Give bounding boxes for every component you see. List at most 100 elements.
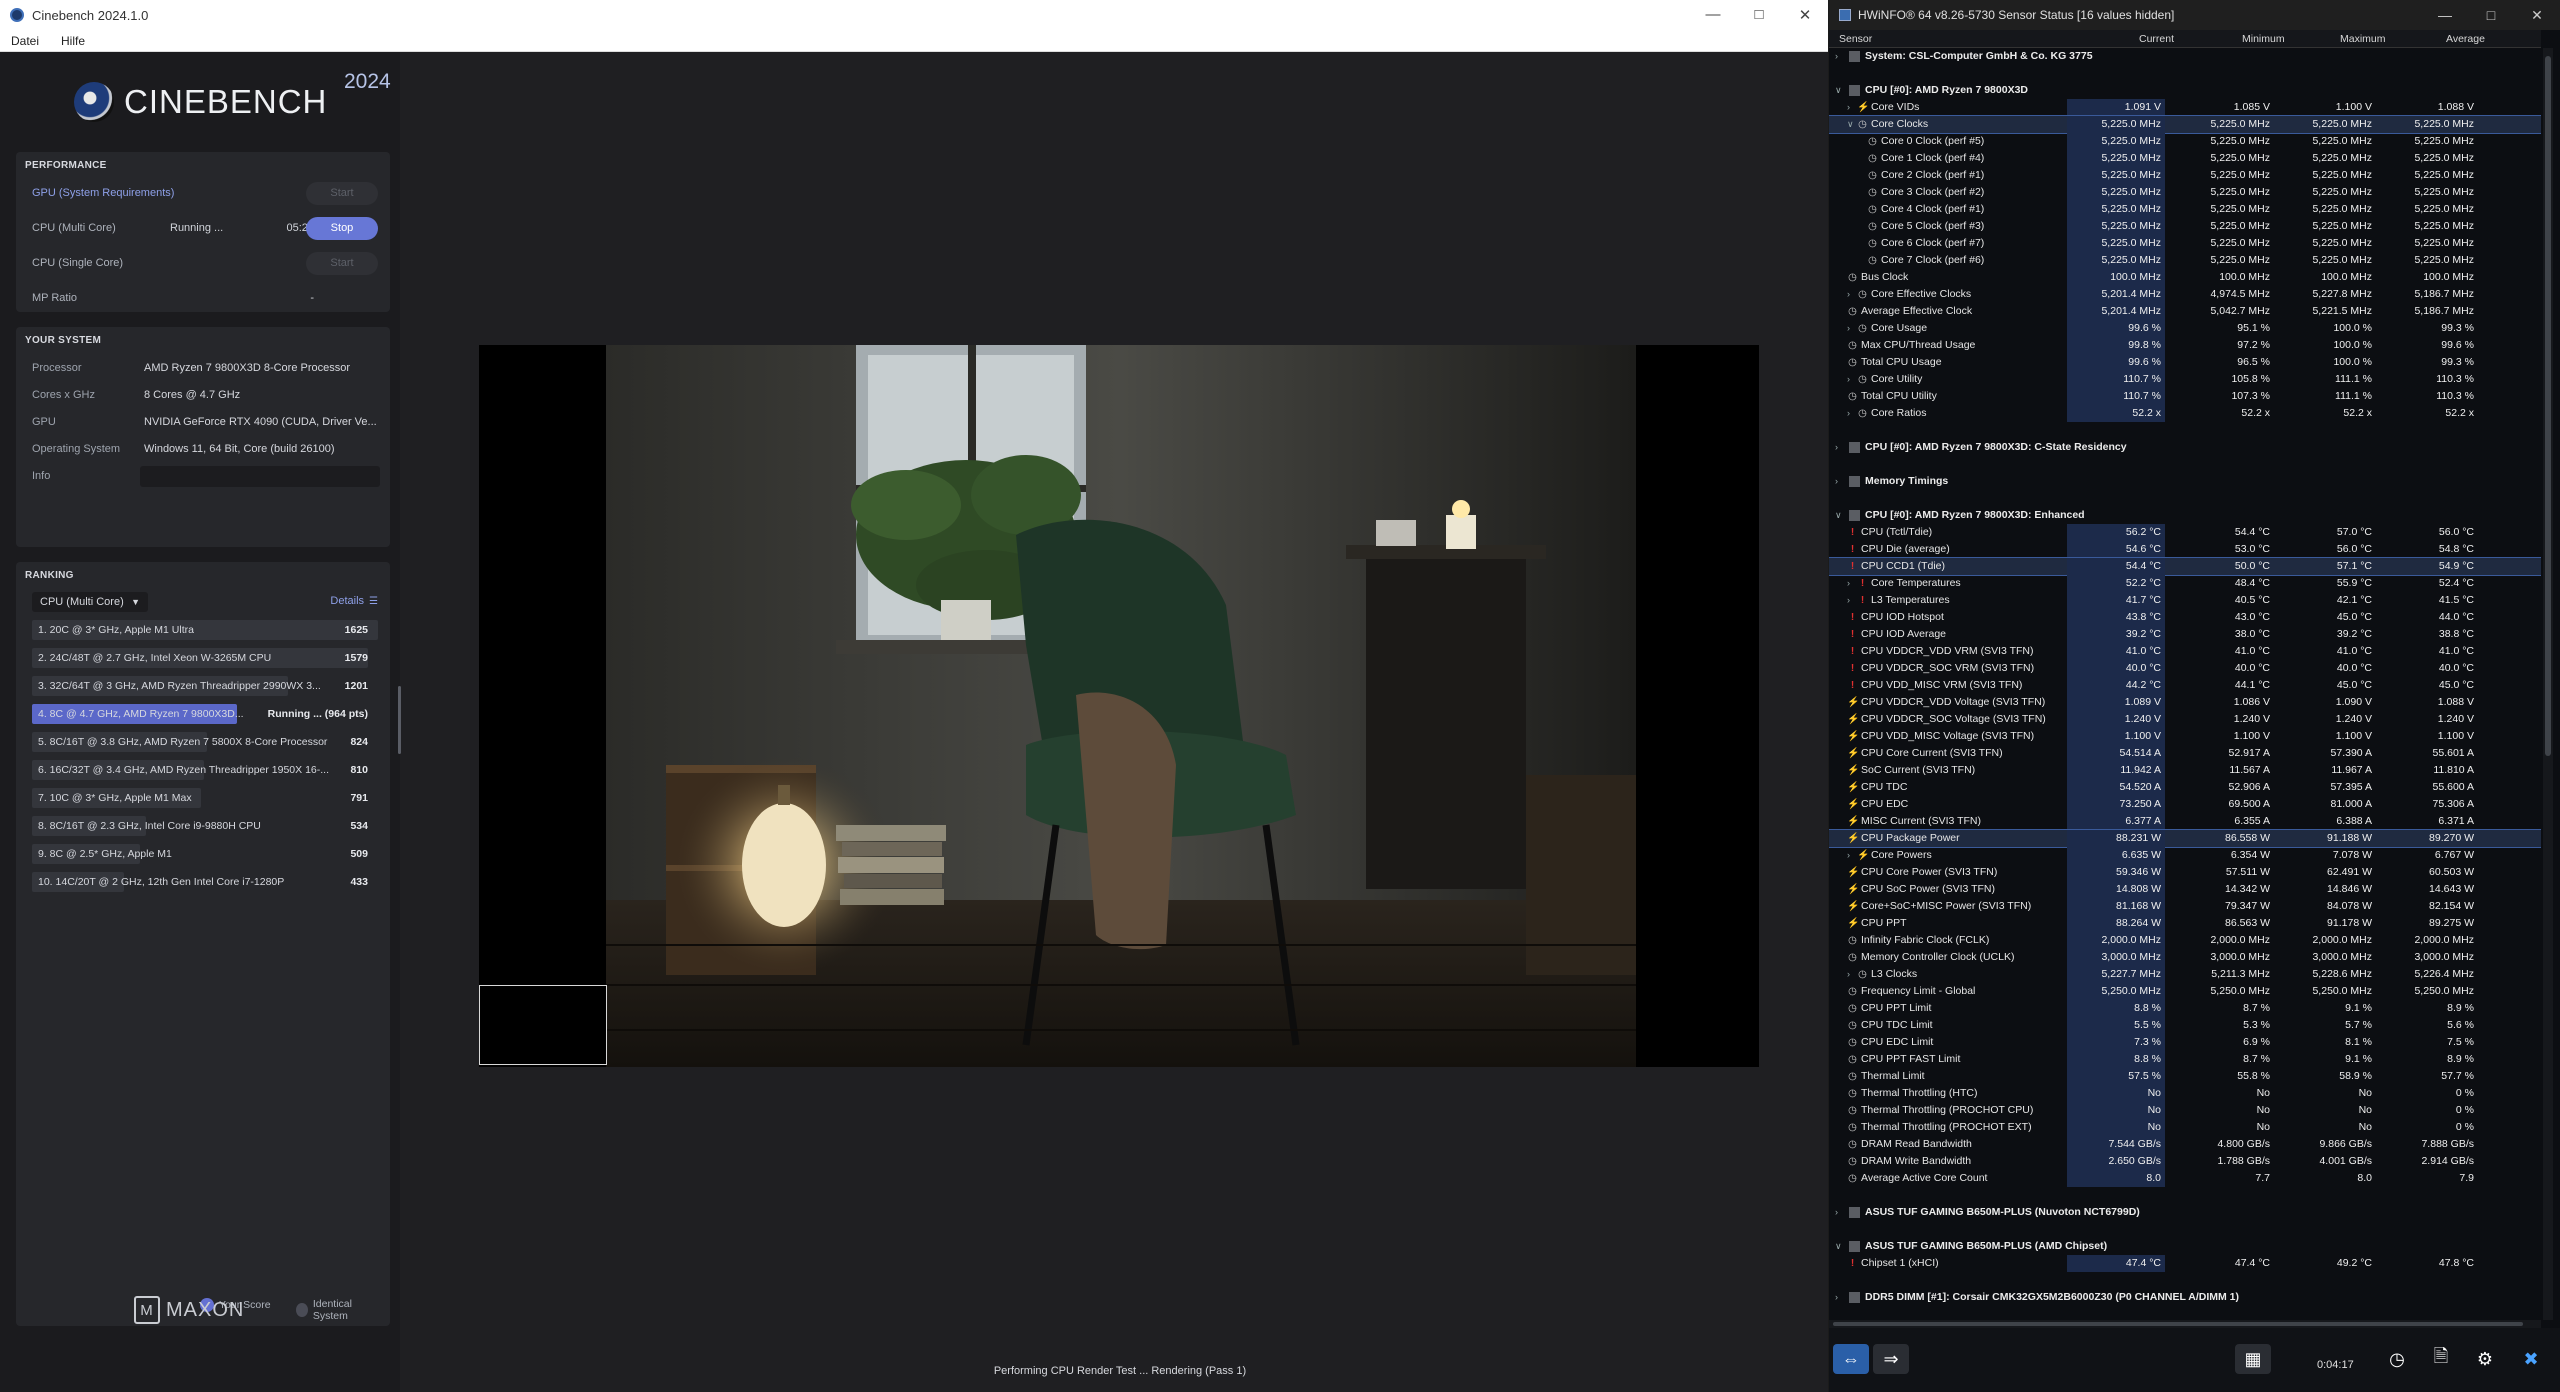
sensor-row[interactable]: ⚡ CPU VDDCR_SOC Voltage (SVI3 TFN) 1.240 V… xyxy=(1829,711,2541,728)
collapsed-chevron-icon[interactable]: › xyxy=(1847,966,1850,983)
sensor-group[interactable]: › ASUS TUF GAMING B650M-PLUS (Nuvoton NCT… xyxy=(1829,1204,2541,1221)
expanded-chevron-icon[interactable]: ∨ xyxy=(1835,82,1842,99)
menu-datei[interactable]: Datei xyxy=(0,34,50,48)
minimize-icon[interactable]: — xyxy=(1690,6,1736,24)
collapsed-chevron-icon[interactable]: › xyxy=(1835,473,1838,490)
sensor-row[interactable]: ⚡ CPU VDDCR_VDD Voltage (SVI3 TFN) 1.089 V… xyxy=(1829,694,2541,711)
collapsed-chevron-icon[interactable]: › xyxy=(1847,286,1850,303)
ranking-row[interactable]: 6. 16C/32T @ 3.4 GHz, AMD Ryzen Threadri… xyxy=(32,760,378,780)
sensor-row[interactable]: ◷ Core 5 Clock (perf #3) 5,225.0 MHz 5,225.… xyxy=(1829,218,2541,235)
sensor-row[interactable]: ◷ Bus Clock 100.0 MHz 100.0 MHz 100.0 MHz 100… xyxy=(1829,269,2541,286)
sensor-row[interactable]: ◷ Frequency Limit - Global 5,250.0 MHz 5,25… xyxy=(1829,983,2541,1000)
sensor-row[interactable]: ◷ CPU PPT Limit 8.8 % 8.7 % 9.1 % 8.9 % xyxy=(1829,1000,2541,1017)
sensor-row[interactable]: › ⚡ Core VIDs 1.091 V 1.085 V 1.100 V 1.088 V xyxy=(1829,99,2541,116)
sensor-row[interactable]: ◷ Thermal Limit 57.5 % 55.8 % 58.9 % 57.7 % xyxy=(1829,1068,2541,1085)
ranking-row[interactable]: 7. 10C @ 3* GHz, Apple M1 Max 791 xyxy=(32,788,378,808)
sensor-group[interactable]: › DDR5 DIMM [#1]: Corsair CMK32GX5M2B6000… xyxy=(1829,1289,2541,1306)
perf-label[interactable]: GPU (System Requirements) xyxy=(32,187,174,199)
sensor-row[interactable]: ◷ Average Effective Clock 5,201.4 MHz 5,042… xyxy=(1829,303,2541,320)
sensor-row[interactable]: ◷ Thermal Throttling (PROCHOT EXT) No No No 0… xyxy=(1829,1119,2541,1136)
vertical-scroll-thumb[interactable] xyxy=(2545,56,2551,756)
info-input[interactable] xyxy=(140,466,380,487)
sensor-row[interactable]: ! CPU (Tctl/Tdie) 56.2 °C 54.4 °C 57.0 °C 56.… xyxy=(1829,524,2541,541)
sensor-row[interactable]: ◷ Core 4 Clock (perf #1) 5,225.0 MHz 5,225.… xyxy=(1829,201,2541,218)
ranking-row[interactable]: 1. 20C @ 3* GHz, Apple M1 Ultra 1625 xyxy=(32,620,378,640)
sensor-row[interactable]: ⚡ CPU VDD_MISC Voltage (SVI3 TFN) 1.100 V 1… xyxy=(1829,728,2541,745)
hwinfo-close-icon[interactable]: ✕ xyxy=(2514,7,2560,24)
collapsed-chevron-icon[interactable]: › xyxy=(1847,320,1850,337)
hwinfo-minimize-icon[interactable]: — xyxy=(2422,7,2468,24)
collapsed-chevron-icon[interactable]: › xyxy=(1847,371,1850,388)
ranking-row[interactable]: 4. 8C @ 4.7 GHz, AMD Ryzen 7 9800X3D... R… xyxy=(32,704,378,724)
sensor-row[interactable]: › ⚡ Core Powers 6.635 W 6.354 W 7.078 W 6.767 … xyxy=(1829,847,2541,864)
sensor-vertical-scrollbar[interactable] xyxy=(2543,48,2553,1320)
start-button[interactable]: Start xyxy=(306,251,378,275)
expanded-chevron-icon[interactable]: ∨ xyxy=(1835,507,1842,524)
stop-button[interactable]: Stop xyxy=(306,216,378,240)
ranking-row[interactable]: 3. 32C/64T @ 3 GHz, AMD Ryzen Threadripp… xyxy=(32,676,378,696)
sensor-row[interactable]: ◷ CPU EDC Limit 7.3 % 6.9 % 8.1 % 7.5 % xyxy=(1829,1034,2541,1051)
sensor-row[interactable]: ◷ Total CPU Utility 110.7 % 107.3 % 111.1 % 1… xyxy=(1829,388,2541,405)
column-sensor[interactable]: Sensor xyxy=(1839,33,1872,45)
sensor-row[interactable]: ⚡ CPU PPT 88.264 W 86.563 W 91.178 W 89.275 W xyxy=(1829,915,2541,932)
ranking-details-button[interactable]: Details ☰ xyxy=(330,595,378,607)
exit-icon[interactable]: ✖ xyxy=(2513,1344,2549,1374)
menu-hilfe[interactable]: Hilfe xyxy=(50,34,96,48)
hwinfo-maximize-icon[interactable]: □ xyxy=(2468,7,2514,24)
collapsed-chevron-icon[interactable]: › xyxy=(1847,405,1850,422)
horizontal-scroll-thumb[interactable] xyxy=(1833,1322,2523,1326)
expanded-chevron-icon[interactable]: ∨ xyxy=(1835,1238,1842,1255)
sensor-row[interactable]: ! CPU CCD1 (Tdie) 54.4 °C 50.0 °C 57.1 °C 54.… xyxy=(1829,557,2541,576)
sensor-row[interactable]: ! CPU Die (average) 54.6 °C 53.0 °C 56.0 °C 5… xyxy=(1829,541,2541,558)
sensor-group[interactable]: › CPU [#0]: AMD Ryzen 7 9800X3D: C-State … xyxy=(1829,439,2541,456)
ranking-row[interactable]: 2. 24C/48T @ 2.7 GHz, Intel Xeon W-3265M… xyxy=(32,648,378,668)
collapsed-chevron-icon[interactable]: › xyxy=(1847,99,1850,116)
sensor-row[interactable]: ◷ CPU TDC Limit 5.5 % 5.3 % 5.7 % 5.6 % xyxy=(1829,1017,2541,1034)
sensor-group[interactable]: ∨ CPU [#0]: AMD Ryzen 7 9800X3D: Enhanced xyxy=(1829,507,2541,524)
sensor-row[interactable]: ⚡ MISC Current (SVI3 TFN) 6.377 A 6.355 A 6.… xyxy=(1829,813,2541,830)
sensor-row[interactable]: ◷ Max CPU/Thread Usage 99.8 % 97.2 % 100.0 %… xyxy=(1829,337,2541,354)
sensor-row[interactable]: › ◷ Core Usage 99.6 % 95.1 % 100.0 % 99.3 % xyxy=(1829,320,2541,337)
sensor-group[interactable]: › System: CSL-Computer GmbH & Co. KG 3775 xyxy=(1829,48,2541,65)
sensor-row[interactable]: ! Chipset 1 (xHCI) 47.4 °C 47.4 °C 49.2 °C 47… xyxy=(1829,1255,2541,1272)
collapsed-chevron-icon[interactable]: › xyxy=(1835,439,1838,456)
collapsed-chevron-icon[interactable]: › xyxy=(1847,575,1850,592)
expand-arrows-icon[interactable]: ⇒ xyxy=(1873,1344,1909,1374)
sensor-row[interactable]: ◷ Average Active Core Count 8.0 7.7 8.0 7.9 xyxy=(1829,1170,2541,1187)
sensor-row[interactable]: ⚡ CPU EDC 73.250 A 69.500 A 81.000 A 75.306 A xyxy=(1829,796,2541,813)
sensor-row[interactable]: ◷ DRAM Write Bandwidth 2.650 GB/s 1.788 GB/… xyxy=(1829,1153,2541,1170)
sensor-row[interactable]: ›! Core Temperatures 52.2 °C 48.4 °C 55.9 °C… xyxy=(1829,575,2541,592)
column-current[interactable]: Current xyxy=(2139,33,2174,45)
close-icon[interactable]: ✕ xyxy=(1782,6,1828,24)
sensor-row[interactable]: ⚡ CPU Core Power (SVI3 TFN) 59.346 W 57.511… xyxy=(1829,864,2541,881)
collapsed-chevron-icon[interactable]: › xyxy=(1847,592,1850,609)
sensor-row[interactable]: ◷ Thermal Throttling (HTC) No No No 0 % xyxy=(1829,1085,2541,1102)
sensor-row[interactable]: ◷ DRAM Read Bandwidth 7.544 GB/s 4.800 GB/s… xyxy=(1829,1136,2541,1153)
sensor-row[interactable]: ⚡ CPU SoC Power (SVI3 TFN) 14.808 W 14.342 … xyxy=(1829,881,2541,898)
sensor-row[interactable]: ◷ Core 1 Clock (perf #4) 5,225.0 MHz 5,225.… xyxy=(1829,150,2541,167)
ranking-row[interactable]: 8. 8C/16T @ 2.3 GHz, Intel Core i9-9880H… xyxy=(32,816,378,836)
sensor-row[interactable]: ◷ Thermal Throttling (PROCHOT CPU) No No No 0… xyxy=(1829,1102,2541,1119)
sensor-group[interactable]: › Memory Timings xyxy=(1829,473,2541,490)
sensor-row[interactable]: ◷ Core 0 Clock (perf #5) 5,225.0 MHz 5,225.… xyxy=(1829,133,2541,150)
ranking-test-dropdown[interactable]: CPU (Multi Core) ▼ xyxy=(32,592,148,612)
collapsed-chevron-icon[interactable]: › xyxy=(1835,1204,1838,1221)
report-icon[interactable]: 🗎 xyxy=(2423,1344,2459,1374)
sensor-row[interactable]: ◷ Core 3 Clock (perf #2) 5,225.0 MHz 5,225.… xyxy=(1829,184,2541,201)
collapsed-chevron-icon[interactable]: › xyxy=(1847,847,1850,864)
sensor-row[interactable]: ◷ Core 7 Clock (perf #6) 5,225.0 MHz 5,225.… xyxy=(1829,252,2541,269)
column-minimum[interactable]: Minimum xyxy=(2242,33,2285,45)
sensor-row[interactable]: ⚡ CPU Core Current (SVI3 TFN) 54.514 A 52.9… xyxy=(1829,745,2541,762)
network-icon[interactable]: ▦ xyxy=(2235,1344,2271,1374)
sensor-row[interactable]: ⚡ CPU Package Power 88.231 W 86.558 W 91.188… xyxy=(1829,829,2541,848)
sensor-row[interactable]: ⚡ CPU TDC 54.520 A 52.906 A 57.395 A 55.600 A xyxy=(1829,779,2541,796)
sensor-row[interactable]: ! CPU VDD_MISC VRM (SVI3 TFN) 44.2 °C 44.1 … xyxy=(1829,677,2541,694)
sensor-row[interactable]: ◷ Infinity Fabric Clock (FCLK) 2,000.0 MHz… xyxy=(1829,932,2541,949)
sensor-row[interactable]: ◷ Memory Controller Clock (UCLK) 3,000.0 M… xyxy=(1829,949,2541,966)
sensor-row[interactable]: ◷ CPU PPT FAST Limit 8.8 % 8.7 % 9.1 % 8.9 % xyxy=(1829,1051,2541,1068)
sensor-row[interactable]: ⚡ Core+SoC+MISC Power (SVI3 TFN) 81.168 W 7… xyxy=(1829,898,2541,915)
column-maximum[interactable]: Maximum xyxy=(2340,33,2386,45)
sensor-row[interactable]: ◷ Core 2 Clock (perf #1) 5,225.0 MHz 5,225.… xyxy=(1829,167,2541,184)
sidebar-splitter-handle[interactable] xyxy=(398,686,401,754)
sensor-row[interactable]: ∨ ◷ Core Clocks 5,225.0 MHz 5,225.0 MHz 5,225… xyxy=(1829,115,2541,134)
